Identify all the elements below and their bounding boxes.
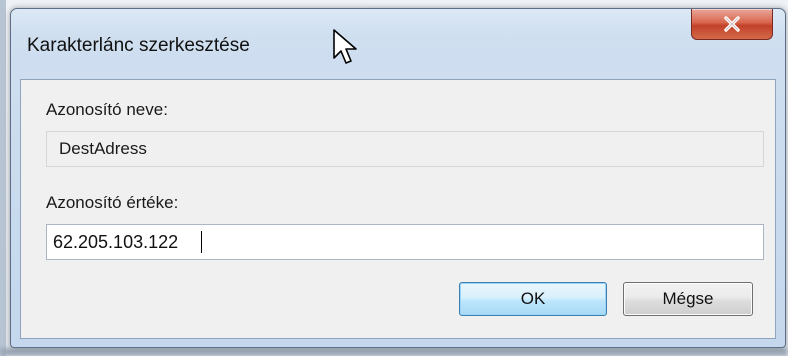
- dialog-body: Azonosító neve: DestAdress Azonosító ért…: [20, 79, 776, 339]
- background-taskbar-edge: [0, 348, 788, 356]
- edit-string-dialog: Karakterlánc szerkesztése Azonosító neve…: [10, 8, 786, 348]
- background-edge: [0, 0, 6, 356]
- value-label: Azonosító értéke:: [46, 193, 179, 212]
- value-input[interactable]: [46, 224, 764, 260]
- close-icon: [724, 16, 740, 32]
- close-button[interactable]: [691, 9, 773, 40]
- mouse-pointer-icon: [333, 29, 357, 64]
- text-caret: [201, 231, 202, 253]
- title-bar[interactable]: Karakterlánc szerkesztése: [11, 9, 785, 79]
- name-label: Azonosító neve:: [46, 100, 168, 119]
- cancel-button[interactable]: Mégse: [623, 282, 753, 316]
- ok-button[interactable]: OK: [459, 282, 607, 316]
- screen: Karakterlánc szerkesztése Azonosító neve…: [0, 0, 788, 356]
- dialog-title: Karakterlánc szerkesztése: [27, 35, 250, 56]
- name-field[interactable]: DestAdress: [46, 131, 764, 167]
